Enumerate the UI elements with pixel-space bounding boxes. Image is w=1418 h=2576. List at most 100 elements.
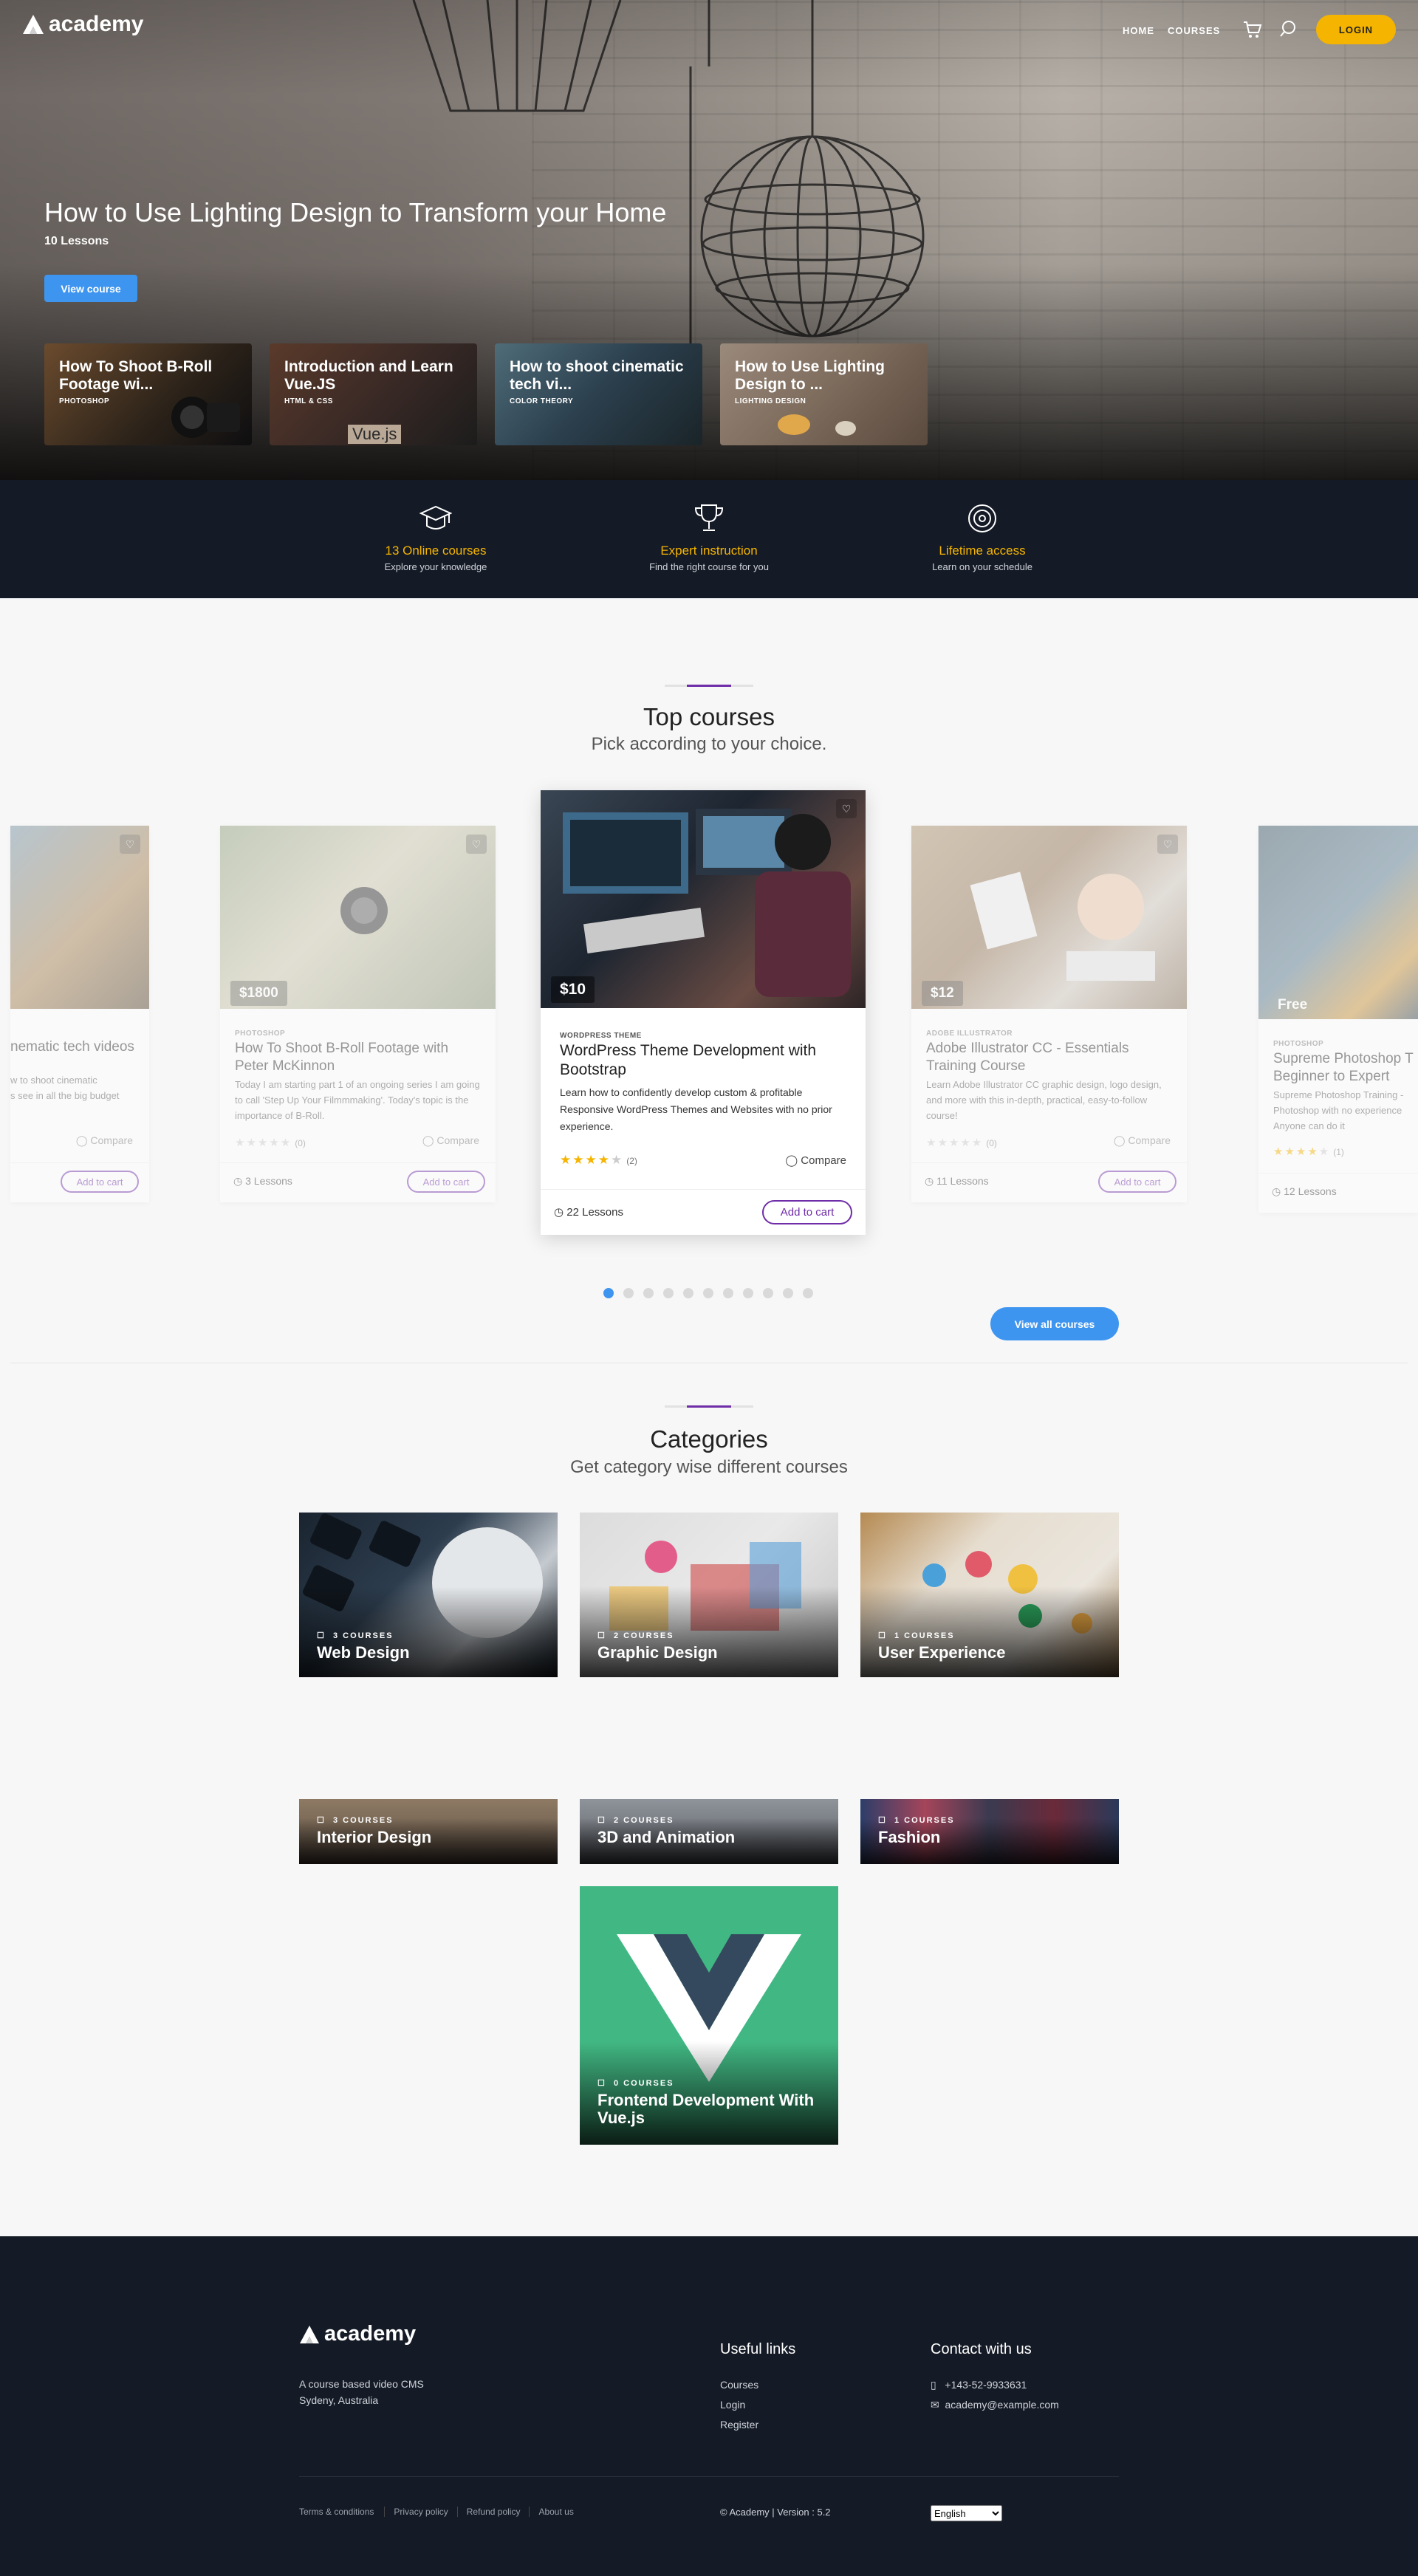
footer-phone[interactable]: ▯ +143-52-9933631 bbox=[931, 2379, 1027, 2391]
compare-toggle[interactable]: ◯ Compare bbox=[76, 1134, 133, 1147]
feature-title: 13 Online courses bbox=[385, 544, 487, 558]
course-card[interactable]: ♡ nematic tech videos w to shoot cinemat… bbox=[10, 826, 149, 1202]
heart-icon[interactable]: ♡ bbox=[836, 799, 857, 818]
category-card[interactable]: ☐ 2 COURSES Graphic Design bbox=[580, 1513, 838, 1677]
nav-home[interactable]: HOME bbox=[1123, 25, 1154, 36]
hero-title: How to Use Lighting Design to Transform … bbox=[44, 197, 667, 227]
hero-slide-thumb[interactable]: How to Use Lighting Design to ... LIGHTI… bbox=[720, 343, 928, 445]
hero-slide-title: How To Shoot B-Roll Footage wi... bbox=[59, 358, 213, 393]
course-card[interactable]: ♡ $10 WORDPRESS THEME WordPress Theme De… bbox=[541, 790, 866, 1235]
lesson-count: ◷ 22 Lessons bbox=[554, 1206, 623, 1219]
carousel-dot[interactable] bbox=[663, 1288, 674, 1298]
footer-email[interactable]: ✉ academy@example.com bbox=[931, 2399, 1059, 2411]
course-card[interactable]: ♡ $1800 PHOTOSHOP How To Shoot B-Roll Fo… bbox=[220, 826, 496, 1202]
section-divider bbox=[665, 685, 753, 687]
course-description: w to shoot cinematic s see in all the bi… bbox=[10, 1075, 120, 1101]
carousel-dot[interactable] bbox=[803, 1288, 813, 1298]
view-course-button[interactable]: View course bbox=[44, 275, 137, 302]
add-to-cart-button[interactable]: Add to cart bbox=[1098, 1171, 1176, 1193]
terms-link[interactable]: Terms & conditions bbox=[299, 2507, 386, 2517]
site-logo[interactable]: academy bbox=[22, 12, 143, 37]
category-name: User Experience bbox=[878, 1643, 1006, 1662]
add-to-cart-button[interactable]: Add to cart bbox=[762, 1200, 852, 1224]
carousel-dot[interactable] bbox=[763, 1288, 773, 1298]
course-title: Adobe Illustrator CC - Essentials Traini… bbox=[926, 1041, 1129, 1074]
rating-stars: ★★★★★ (0) bbox=[926, 1137, 997, 1149]
target-icon bbox=[968, 504, 996, 532]
add-to-cart-button[interactable]: Add to cart bbox=[407, 1171, 485, 1193]
carousel-dot[interactable] bbox=[743, 1288, 753, 1298]
trophy-icon bbox=[694, 504, 724, 531]
hero-slide-category: COLOR THEORY bbox=[510, 397, 574, 405]
footer-link-courses[interactable]: Courses bbox=[720, 2379, 758, 2391]
course-description: Today I am starting part 1 of an ongoing… bbox=[235, 1079, 480, 1121]
nav-courses[interactable]: COURSES bbox=[1168, 25, 1220, 36]
category-card[interactable]: ☐ 3 COURSES Interior Design bbox=[299, 1799, 558, 1864]
rating-stars: ★★★★★ (1) bbox=[1273, 1145, 1344, 1158]
carousel-pagination bbox=[603, 1288, 813, 1298]
features-bar: 13 Online courses Explore your knowledge… bbox=[0, 480, 1418, 598]
compare-toggle[interactable]: ◯ Compare bbox=[1114, 1134, 1171, 1147]
carousel-dot[interactable] bbox=[683, 1288, 693, 1298]
heart-icon[interactable]: ♡ bbox=[120, 835, 140, 854]
heart-icon[interactable]: ♡ bbox=[466, 835, 487, 854]
category-card[interactable]: ☐ 0 COURSES Frontend Development With Vu… bbox=[580, 1886, 838, 2145]
compare-toggle[interactable]: ◯ Compare bbox=[785, 1154, 846, 1167]
footer-link-login[interactable]: Login bbox=[720, 2399, 745, 2411]
course-description: Learn how to confidently develop custom … bbox=[560, 1086, 832, 1132]
category-name: 3D and Animation bbox=[597, 1828, 736, 1846]
view-all-courses-button[interactable]: View all courses bbox=[990, 1307, 1119, 1340]
category-name: Interior Design bbox=[317, 1828, 432, 1846]
category-count: ☐ 0 COURSES bbox=[597, 2079, 674, 2088]
compare-toggle[interactable]: ◯ Compare bbox=[422, 1134, 479, 1147]
lesson-count: ◷ 11 Lessons bbox=[925, 1175, 989, 1187]
course-category: PHOTOSHOP bbox=[235, 1030, 286, 1038]
footer-about: A course based video CMS bbox=[299, 2378, 424, 2390]
add-to-cart-button[interactable]: Add to cart bbox=[61, 1171, 139, 1193]
top-courses-subtitle: Pick according to your choice. bbox=[591, 734, 827, 754]
logo-text: academy bbox=[49, 12, 144, 36]
course-price: Free bbox=[1278, 997, 1308, 1013]
category-card[interactable]: ☐ 3 COURSES Web Design bbox=[299, 1513, 558, 1677]
category-card[interactable]: ☐ 2 COURSES 3D and Animation bbox=[580, 1799, 838, 1864]
hero-slide-title: How to shoot cinematic tech vi... bbox=[510, 358, 684, 393]
hero-slide-thumb[interactable]: How to shoot cinematic tech vi... COLOR … bbox=[495, 343, 702, 445]
category-card[interactable]: ☐ 1 COURSES Fashion bbox=[860, 1799, 1119, 1864]
about-link[interactable]: About us bbox=[530, 2507, 573, 2517]
course-card[interactable]: Free PHOTOSHOP Supreme Photoshop T Begin… bbox=[1258, 826, 1418, 1213]
heart-icon[interactable]: ♡ bbox=[1157, 835, 1178, 854]
footer-logo[interactable]: academy bbox=[299, 2322, 416, 2346]
carousel-dot[interactable] bbox=[623, 1288, 634, 1298]
main-nav: HOME COURSES bbox=[1123, 25, 1220, 36]
top-courses-title: Top courses bbox=[643, 703, 775, 730]
refund-link[interactable]: Refund policy bbox=[458, 2507, 530, 2517]
hero-slide-title: How to Use Lighting Design to ... bbox=[735, 358, 885, 393]
course-price: $10 bbox=[551, 976, 595, 1003]
hero-lessons: 10 Lessons bbox=[44, 235, 109, 247]
site-footer: academy A course based video CMS Sydeny,… bbox=[0, 2236, 1418, 2576]
carousel-dot[interactable] bbox=[783, 1288, 793, 1298]
course-title: How To Shoot B-Roll Footage with Peter M… bbox=[235, 1041, 449, 1074]
carousel-dot[interactable] bbox=[603, 1288, 614, 1298]
login-button[interactable]: LOGIN bbox=[1316, 15, 1396, 44]
graduation-cap-icon bbox=[419, 505, 452, 530]
category-count: ☐ 1 COURSES bbox=[878, 1631, 955, 1640]
logo-text: academy bbox=[324, 2322, 417, 2346]
carousel-dot[interactable] bbox=[703, 1288, 713, 1298]
privacy-link[interactable]: Privacy policy bbox=[385, 2507, 458, 2517]
language-select[interactable]: English bbox=[931, 2505, 1002, 2521]
carousel-dot[interactable] bbox=[643, 1288, 654, 1298]
hero-slide-thumb[interactable]: Introduction and Learn Vue.JS HTML & CSS… bbox=[270, 343, 477, 445]
course-card[interactable]: ♡ $12 ADOBE ILLUSTRATOR Adobe Illustrato… bbox=[911, 826, 1187, 1202]
course-title: nematic tech videos bbox=[10, 1039, 134, 1055]
course-thumbnail bbox=[1258, 826, 1418, 1019]
footer-link-register[interactable]: Register bbox=[720, 2419, 758, 2431]
cart-icon[interactable] bbox=[1243, 21, 1262, 38]
category-card[interactable]: ☐ 1 COURSES User Experience bbox=[860, 1513, 1119, 1677]
section-divider bbox=[665, 1405, 753, 1408]
academy-logo-icon bbox=[300, 2325, 319, 2343]
hero-slide-thumb[interactable]: How To Shoot B-Roll Footage wi... PHOTOS… bbox=[44, 343, 252, 445]
carousel-dot[interactable] bbox=[723, 1288, 733, 1298]
course-title: Supreme Photoshop T Beginner to Expert bbox=[1273, 1051, 1414, 1084]
search-icon[interactable] bbox=[1279, 20, 1297, 38]
